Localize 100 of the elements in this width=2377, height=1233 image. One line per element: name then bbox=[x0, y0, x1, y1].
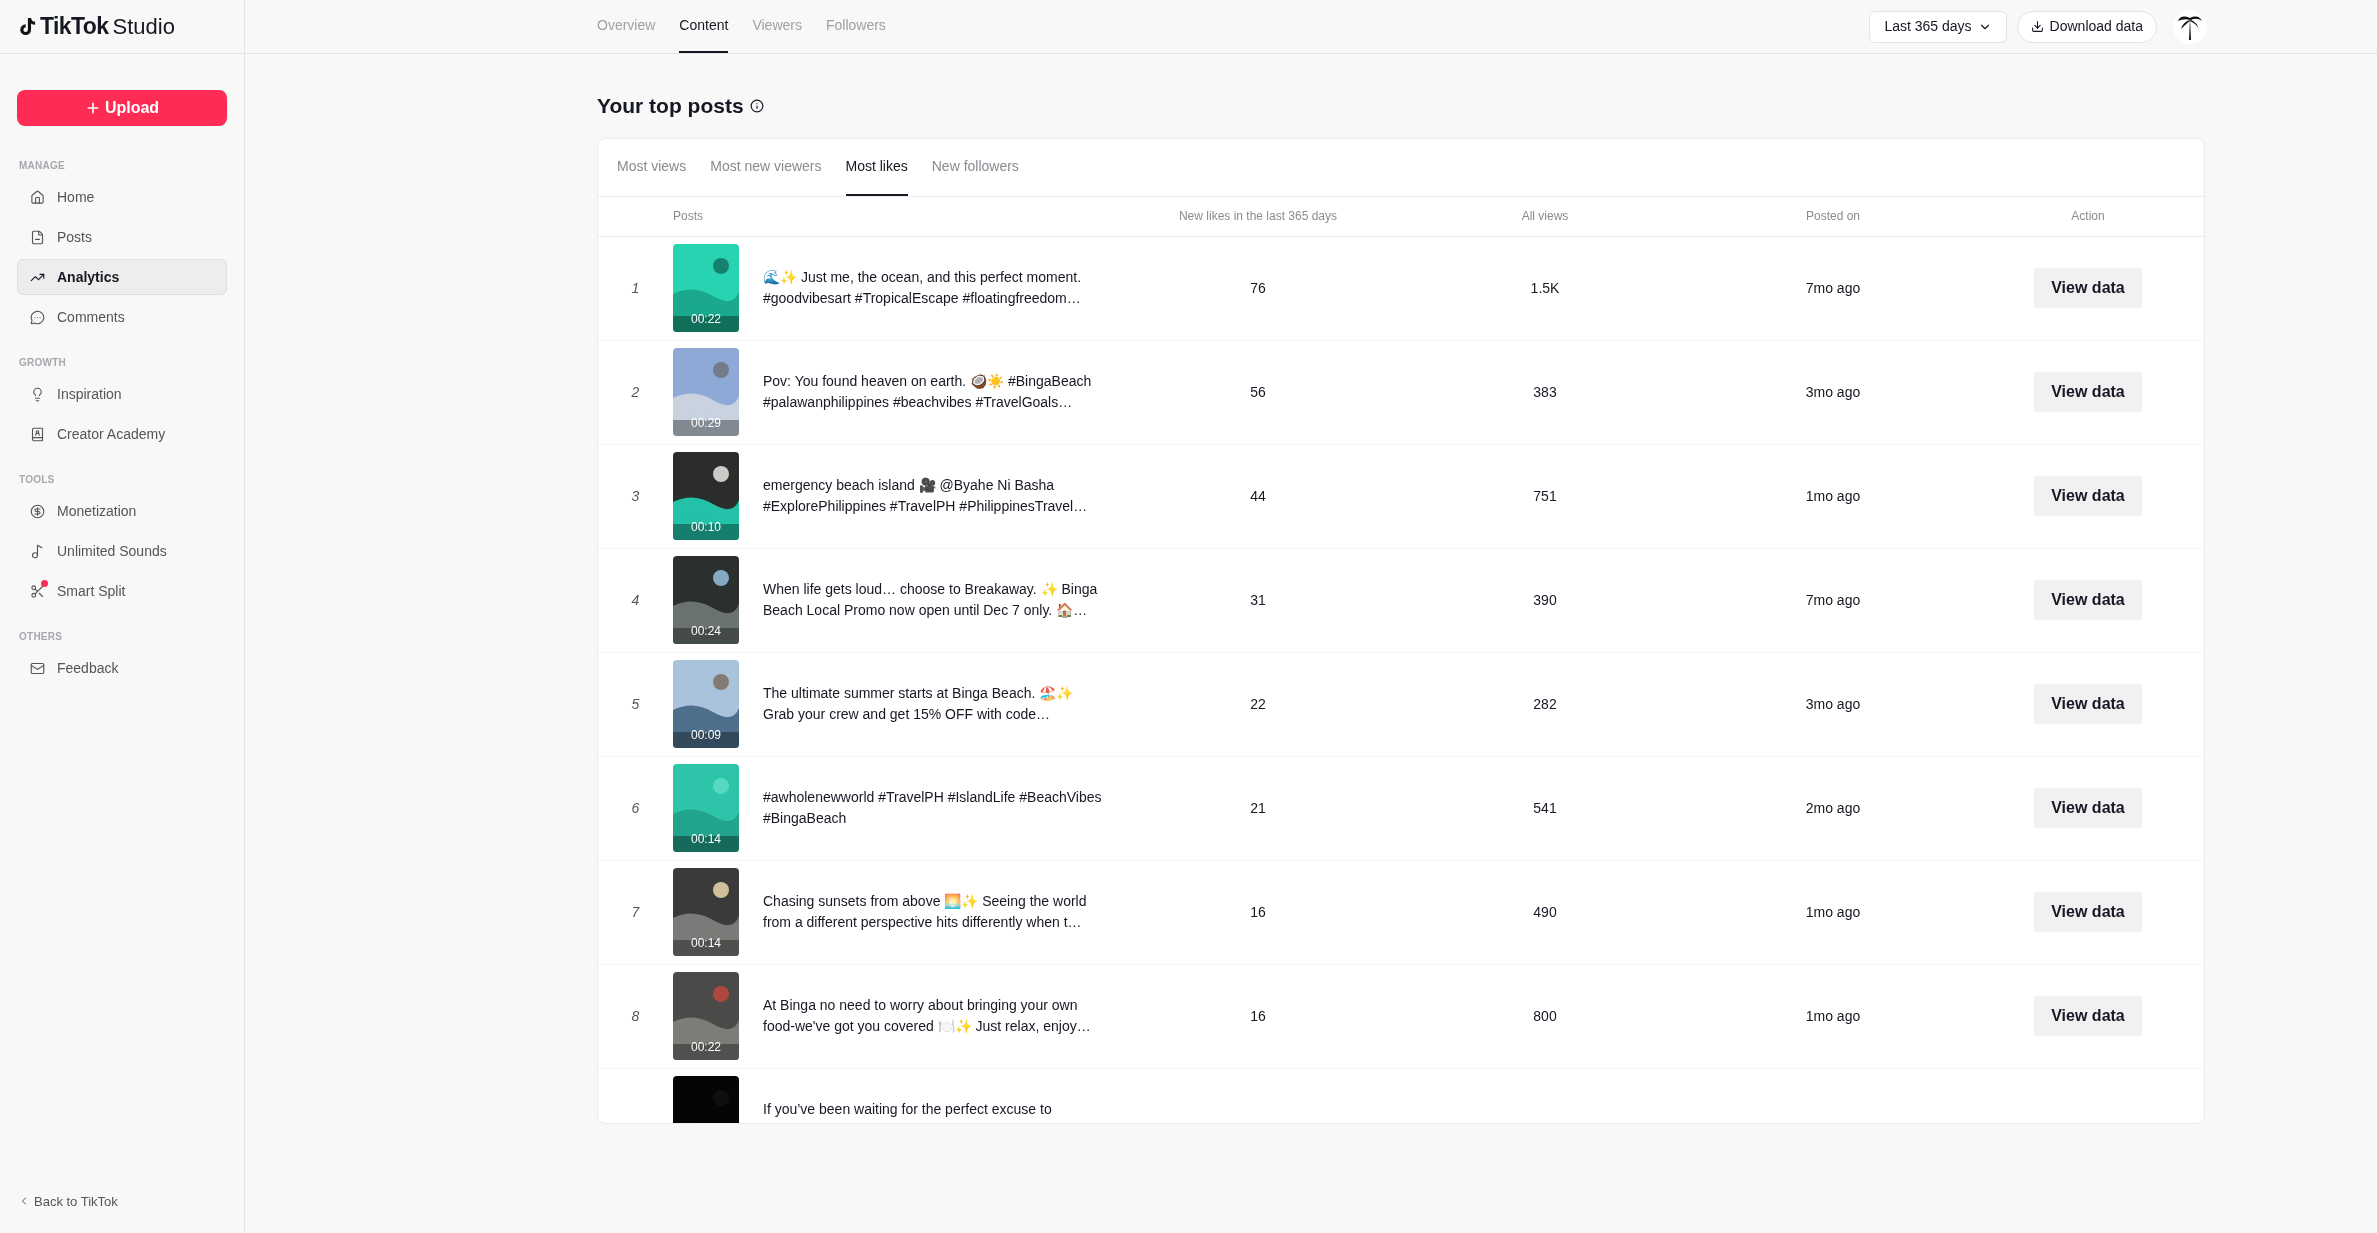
logo-text: TikTok bbox=[40, 12, 109, 42]
section-label: GROWTH bbox=[18, 356, 68, 370]
column-header: All views bbox=[1520, 208, 1570, 225]
back-link[interactable]: Back to TikTok bbox=[18, 1191, 226, 1211]
rank-number: 1 bbox=[631, 280, 640, 296]
nav-tab[interactable]: Content bbox=[679, 0, 729, 53]
sidebar-item[interactable]: Monetization bbox=[17, 493, 227, 529]
post-caption: #awholenewworld #TravelPH #IslandLife #BeachVibes #BingaBeach bbox=[763, 788, 1103, 828]
post-tab[interactable]: Most views bbox=[617, 138, 687, 196]
video-duration: 00:14 bbox=[690, 831, 722, 848]
video-duration: 00:22 bbox=[690, 311, 722, 328]
lightbulb-icon bbox=[30, 386, 45, 402]
speech-bubble-icon bbox=[30, 309, 45, 325]
logo-subtitle: Studio bbox=[112, 13, 175, 41]
likes-count: 76 bbox=[1249, 278, 1267, 298]
upload-button[interactable]: Upload bbox=[17, 90, 227, 126]
posted-date: 1mo ago bbox=[1804, 1006, 1862, 1026]
mail-icon bbox=[30, 660, 45, 676]
video-duration: 00:14 bbox=[690, 935, 722, 952]
rank-number: 6 bbox=[631, 800, 640, 816]
sidebar-item[interactable]: Creator Academy bbox=[17, 416, 227, 452]
view-data-button[interactable]: View data bbox=[2034, 476, 2142, 516]
views-count: 541 bbox=[1532, 798, 1558, 818]
section-title: Your top posts bbox=[597, 93, 744, 119]
video-duration: 00:22 bbox=[690, 1039, 722, 1056]
download-button[interactable]: Download data bbox=[2016, 10, 2157, 43]
view-data-button[interactable]: View data bbox=[2034, 684, 2142, 724]
video-duration: 00:10 bbox=[690, 519, 722, 536]
post-caption: 🌊✨ Just me, the ocean, and this perfect moment. #goodvibesart #TropicalEscape #floatingfreedom… bbox=[763, 268, 1083, 308]
views-count: 751 bbox=[1532, 486, 1558, 506]
view-data-button[interactable]: View data bbox=[2034, 788, 2142, 828]
likes-count: 22 bbox=[1249, 694, 1267, 714]
likes-count: 21 bbox=[1249, 798, 1267, 818]
views-count: 1.5K bbox=[1529, 278, 1561, 298]
post-caption: The ultimate summer starts at Binga Beach. 🏖✨ Grab your crew and get 15% OFF with code… bbox=[763, 684, 1075, 724]
sidebar-item[interactable]: Smart Split bbox=[17, 573, 227, 609]
views-count: 390 bbox=[1532, 590, 1558, 610]
folder-icon bbox=[30, 229, 45, 245]
views-count: 383 bbox=[1532, 382, 1558, 402]
likes-count: 44 bbox=[1249, 486, 1267, 506]
posted-date: 2mo ago bbox=[1804, 798, 1862, 818]
date-range-dropdown[interactable]: Last 365 days bbox=[1869, 10, 2007, 43]
section-label: OTHERS bbox=[18, 630, 64, 644]
post-tab[interactable]: Most new viewers bbox=[710, 138, 822, 196]
post-tab[interactable]: New followers bbox=[931, 138, 1019, 196]
likes-count: 16 bbox=[1249, 1006, 1267, 1026]
scissors-icon bbox=[30, 583, 45, 599]
view-data-button[interactable]: View data bbox=[2034, 372, 2142, 412]
view-data-button[interactable]: View data bbox=[2034, 268, 2142, 308]
sidebar-item[interactable]: Feedback bbox=[17, 650, 227, 686]
download-icon bbox=[2030, 20, 2044, 33]
views-count: 282 bbox=[1532, 694, 1558, 714]
section-label: TOOLS bbox=[18, 473, 56, 487]
rank-number: 8 bbox=[631, 1008, 640, 1024]
views-count: 800 bbox=[1532, 1006, 1558, 1026]
post-caption: If you’ve been waiting for the perfect excuse to bbox=[763, 1100, 1053, 1119]
music-note-logo-icon bbox=[18, 16, 36, 37]
post-caption: When life gets loud… choose to Breakaway. ✨ Binga Beach Local Promo now open until Dec 7 only. 🏠… bbox=[763, 580, 1099, 620]
rank-number: 5 bbox=[631, 696, 640, 712]
sidebar-item[interactable]: Posts bbox=[17, 219, 227, 255]
video-duration: 00:29 bbox=[690, 415, 722, 432]
rank-number: 2 bbox=[631, 384, 640, 400]
likes-count: 16 bbox=[1249, 902, 1267, 922]
column-header: Posted on bbox=[1804, 208, 1861, 225]
post-caption: At Binga no need to worry about bringing your own food-we've got you covered 🍽✨ Just relax, enjoy… bbox=[763, 996, 1092, 1036]
view-data-button[interactable]: View data bbox=[2034, 580, 2142, 620]
post-tab[interactable]: Most likes bbox=[845, 138, 908, 196]
video-duration: 00:24 bbox=[690, 623, 722, 640]
view-data-button[interactable]: View data bbox=[2034, 892, 2142, 932]
posted-date: 7mo ago bbox=[1804, 590, 1862, 610]
views-count: 490 bbox=[1532, 902, 1558, 922]
post-caption: Pov: You found heaven on earth. 🥥☀ #BingaBeach #palawanphilippines #beachvibes #TravelGoals… bbox=[763, 372, 1093, 412]
column-header: Posts bbox=[673, 208, 704, 225]
post-caption: Chasing sunsets from above 🌅✨ Seeing the world from a different perspective hits differently when t… bbox=[763, 892, 1088, 932]
sidebar-item[interactable]: Unlimited Sounds bbox=[17, 533, 227, 569]
likes-count: 31 bbox=[1249, 590, 1267, 610]
sidebar-item[interactable]: Home bbox=[17, 179, 227, 215]
posted-date: 1mo ago bbox=[1804, 486, 1862, 506]
dollar-icon bbox=[30, 503, 45, 519]
post-caption: emergency beach island 🎥 @Byahe Ni Basha #ExplorePhilippines #TravelPH #PhilippinesTravel… bbox=[763, 476, 1089, 516]
info-icon[interactable] bbox=[749, 98, 764, 113]
view-data-button[interactable]: View data bbox=[2034, 996, 2142, 1036]
column-header: Action bbox=[2070, 208, 2106, 225]
sidebar-item[interactable]: Analytics bbox=[17, 259, 227, 295]
posted-date: 3mo ago bbox=[1804, 382, 1862, 402]
section-label: MANAGE bbox=[18, 159, 66, 173]
sidebar-item[interactable]: Comments bbox=[17, 299, 227, 335]
music-note-icon bbox=[30, 543, 45, 559]
posted-date: 1mo ago bbox=[1804, 902, 1862, 922]
posted-date: 3mo ago bbox=[1804, 694, 1862, 714]
rank-number: 4 bbox=[631, 592, 640, 608]
column-header: New likes in the last 365 days bbox=[1177, 208, 1339, 225]
sidebar-item[interactable]: Inspiration bbox=[17, 376, 227, 412]
home-icon bbox=[30, 189, 45, 205]
rank-number: 3 bbox=[631, 488, 640, 504]
book-icon bbox=[30, 426, 45, 442]
likes-count: 56 bbox=[1249, 382, 1267, 402]
rank-number: 7 bbox=[631, 904, 640, 920]
video-duration: 00:09 bbox=[690, 727, 722, 744]
posted-date: 7mo ago bbox=[1804, 278, 1862, 298]
